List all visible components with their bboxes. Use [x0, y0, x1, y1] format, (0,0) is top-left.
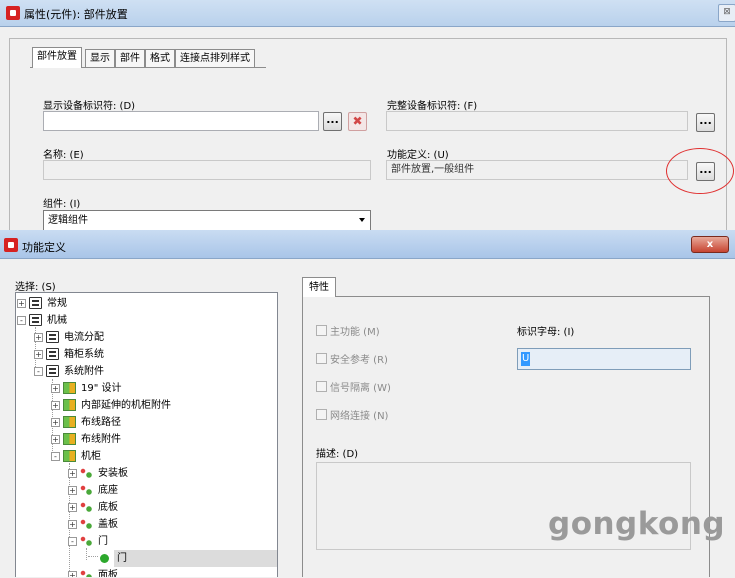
tab-properties[interactable]: 特性 [302, 277, 336, 297]
window-control-icon[interactable]: ⊠ [718, 4, 735, 22]
component-icon [63, 382, 76, 394]
display-id-label: 显示设备标识符: (D) [43, 101, 136, 112]
annotation-ellipse [666, 148, 734, 194]
name-input [43, 160, 371, 180]
folder-icon [29, 297, 42, 309]
identifier-letter-input[interactable]: U [517, 348, 691, 370]
function-leaf-icon [100, 554, 109, 563]
expand-plus-icon[interactable]: + [68, 520, 77, 529]
description-label: 描述: (D) [316, 449, 359, 460]
component-icon [63, 433, 76, 445]
subcomponent-icon [80, 502, 92, 512]
subcomponent-icon [80, 570, 92, 577]
function-definition-dialog-titlebar[interactable]: 功能定义 [0, 230, 735, 259]
display-id-input[interactable] [43, 111, 319, 131]
subcomponent-icon [80, 468, 92, 478]
function-definition-label: 功能定义: (U) [387, 150, 449, 161]
watermark-text: gongkong [548, 506, 726, 542]
expand-plus-icon[interactable]: + [51, 435, 60, 444]
subcomponent-icon [80, 519, 92, 529]
component-icon [63, 450, 76, 462]
full-id-input [386, 111, 688, 131]
collapse-minus-icon[interactable]: - [51, 452, 60, 461]
expand-plus-icon[interactable]: + [51, 418, 60, 427]
dialog-title: 功能定义 [22, 241, 66, 254]
tab-display[interactable]: 显示 [85, 49, 115, 67]
safety-reference-label: 安全参考 (R) [330, 355, 388, 366]
tab-part-placement[interactable]: 部件放置 [32, 47, 82, 68]
name-label: 名称: (E) [43, 150, 84, 161]
tree-node-label: 系统附件 [64, 366, 104, 377]
subcomponent-icon [80, 536, 92, 546]
select-label: 选择: (S) [15, 282, 56, 293]
expand-plus-icon[interactable]: + [68, 571, 77, 577]
expand-plus-icon[interactable]: + [68, 503, 77, 512]
tree-node-label: 箱柜系统 [64, 349, 104, 360]
subcomponent-icon [80, 485, 92, 495]
main-function-checkbox[interactable] [316, 325, 327, 336]
tree-node-label: 19" 设计 [81, 383, 122, 394]
tree-node-label: 门 [98, 536, 108, 547]
folder-icon [46, 331, 59, 343]
group-combobox-value: 逻辑组件 [48, 215, 88, 226]
main-function-label: 主功能 (M) [330, 327, 380, 338]
app-logo-icon [4, 238, 18, 252]
function-tree[interactable]: + 常规 - 机械 + 电流分配 + 箱柜系统 - 系统附件 + 19" 设计 … [15, 292, 278, 577]
tree-node-label: 电流分配 [64, 332, 104, 343]
tree-node-label: 内部延伸的机柜附件 [81, 400, 171, 411]
expand-plus-icon[interactable]: + [51, 401, 60, 410]
collapse-minus-icon[interactable]: - [34, 367, 43, 376]
full-id-browse-button[interactable]: ... [696, 113, 715, 132]
network-connection-label: 网络连接 (N) [330, 411, 389, 422]
signal-isolation-checkbox[interactable] [316, 381, 327, 392]
group-combobox[interactable]: 逻辑组件 [43, 210, 371, 231]
folder-icon [46, 365, 59, 377]
network-connection-checkbox[interactable] [316, 409, 327, 420]
expand-plus-icon[interactable]: + [34, 350, 43, 359]
display-id-delete-button[interactable]: ✖ [348, 112, 367, 131]
tab-format[interactable]: 格式 [145, 49, 175, 67]
properties-window-titlebar[interactable]: 属性(元件): 部件放置 ⊠ [0, 0, 735, 27]
function-definition-input: 部件放置,一般组件 [386, 160, 688, 180]
expand-plus-icon[interactable]: + [68, 469, 77, 478]
identifier-letter-label: 标识字母: (I) [517, 327, 575, 338]
collapse-minus-icon[interactable]: - [17, 316, 26, 325]
tree-node-label: 底板 [98, 502, 118, 513]
tree-node-label: 布线附件 [81, 434, 121, 445]
folder-icon [29, 314, 42, 326]
tree-node-label: 面板 [98, 570, 118, 577]
collapse-minus-icon[interactable]: - [68, 537, 77, 546]
display-id-browse-button[interactable]: ... [323, 112, 342, 131]
tree-node-door-selected[interactable]: 门 [16, 550, 277, 567]
signal-isolation-label: 信号隔离 (W) [330, 383, 391, 394]
expand-plus-icon[interactable]: + [51, 384, 60, 393]
close-button[interactable]: x [691, 236, 729, 253]
expand-plus-icon[interactable]: + [34, 333, 43, 342]
tree-node-label: 底座 [98, 485, 118, 496]
app-logo-icon [6, 6, 20, 20]
folder-icon [46, 348, 59, 360]
expand-plus-icon[interactable]: + [68, 486, 77, 495]
tree-node-label: 常规 [47, 298, 67, 309]
group-label: 组件: (I) [43, 199, 81, 210]
tree-node-label: 盖板 [98, 519, 118, 530]
component-icon [63, 399, 76, 411]
full-id-label: 完整设备标识符: (F) [387, 101, 478, 112]
component-icon [63, 416, 76, 428]
tree-node-label: 布线路径 [81, 417, 121, 428]
tab-connection-point-layout[interactable]: 连接点排列样式 [175, 49, 255, 67]
identifier-letter-value: U [521, 352, 531, 366]
properties-window-title: 属性(元件): 部件放置 [24, 8, 128, 21]
safety-reference-checkbox[interactable] [316, 353, 327, 364]
tab-part[interactable]: 部件 [115, 49, 145, 67]
tree-node-label: 门 [114, 550, 277, 567]
tree-node-label: 机柜 [81, 451, 101, 462]
tree-node-label: 安装板 [98, 468, 128, 479]
tree-node-label: 机械 [47, 315, 67, 326]
chevron-down-icon [359, 218, 365, 222]
expand-plus-icon[interactable]: + [17, 299, 26, 308]
